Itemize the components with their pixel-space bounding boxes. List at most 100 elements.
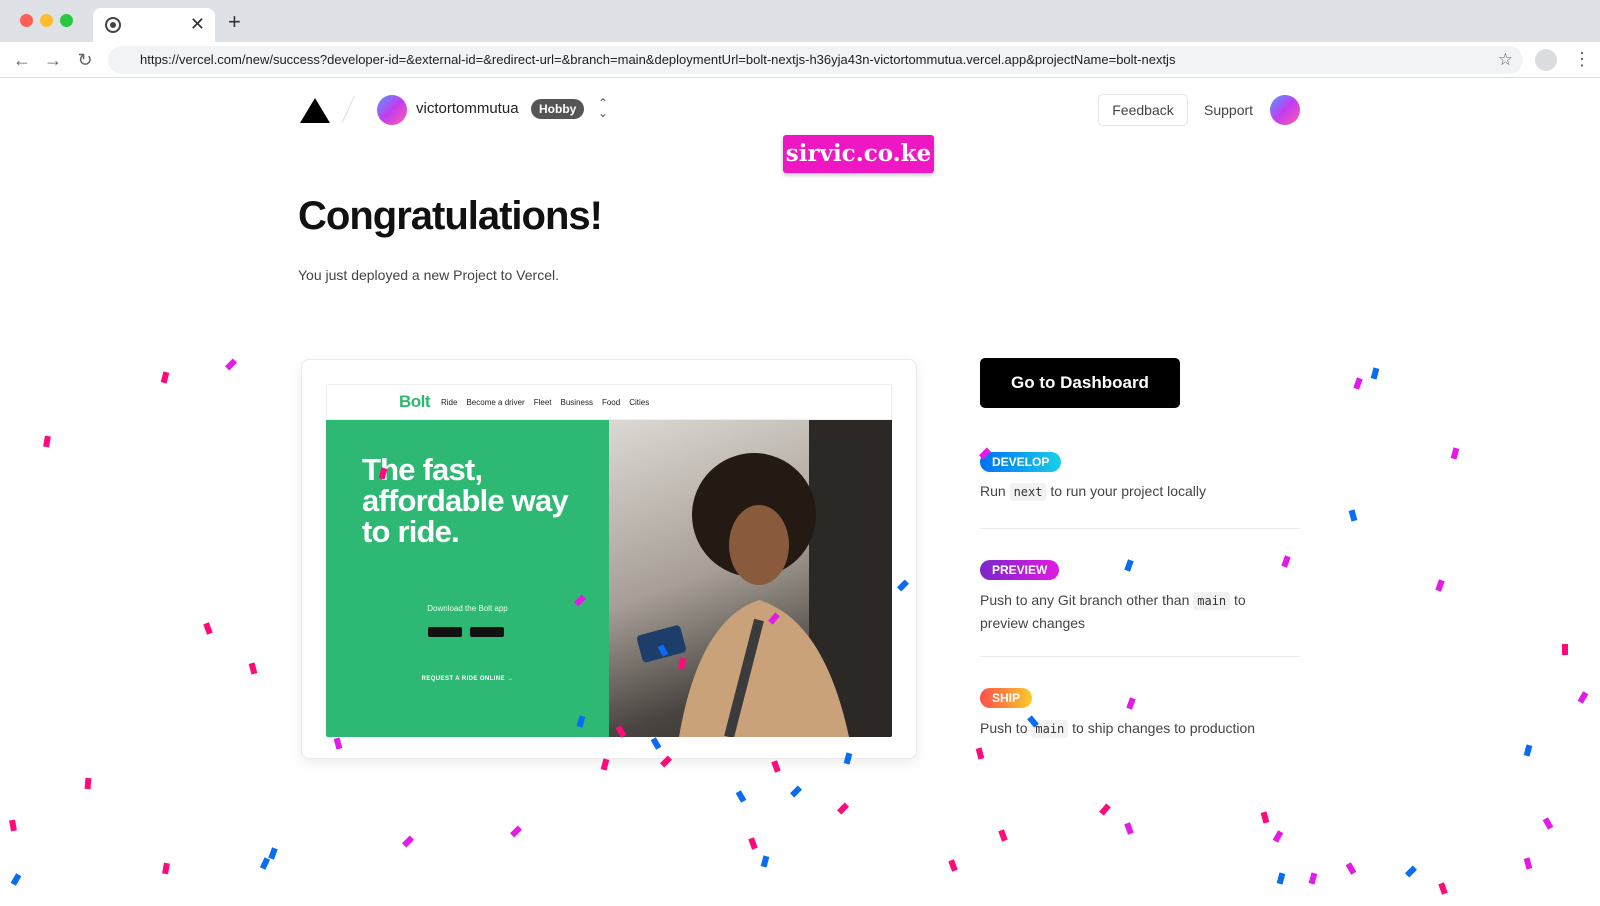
url-text[interactable]: https://vercel.com/new/success?developer… xyxy=(140,52,1175,67)
confetti-piece xyxy=(836,802,850,815)
confetti-piece xyxy=(735,790,747,803)
new-tab-button[interactable]: + xyxy=(228,10,241,34)
preview-download-text: Download the Bolt app xyxy=(427,604,508,613)
team-name[interactable]: victortommutua xyxy=(416,100,519,117)
confetti-piece xyxy=(1562,644,1568,655)
bookmark-star-icon[interactable]: ☆ xyxy=(1498,50,1513,70)
confetti-piece xyxy=(1272,830,1284,843)
confetti-piece xyxy=(748,837,758,850)
confetti-piece xyxy=(1281,555,1291,568)
feedback-button[interactable]: Feedback xyxy=(1098,94,1188,126)
team-avatar[interactable] xyxy=(377,95,407,125)
confetti-piece xyxy=(1126,697,1136,710)
confetti-piece xyxy=(1523,857,1533,870)
page-content: victortommutua Hobby ⌃ ⌄ Feedback Support… xyxy=(0,78,1600,906)
preview-cta-text: REQUEST A RIDE ONLINE → xyxy=(421,676,514,682)
step-divider xyxy=(980,656,1300,657)
close-window-button[interactable] xyxy=(20,14,33,27)
confetti-piece xyxy=(248,662,258,675)
confetti-piece xyxy=(84,777,92,790)
user-avatar[interactable] xyxy=(1270,95,1300,125)
page-subtitle: You just deployed a new Project to Verce… xyxy=(298,267,559,283)
confetti-piece xyxy=(1353,377,1363,390)
maximize-window-button[interactable] xyxy=(60,14,73,27)
confetti-piece xyxy=(268,847,278,860)
confetti-piece xyxy=(43,435,51,448)
confetti-piece xyxy=(259,857,271,870)
develop-badge: DEVELOP xyxy=(980,452,1062,472)
deployment-screenshot[interactable]: Bolt Ride Become a driver Fleet Business… xyxy=(326,384,892,737)
confetti-piece xyxy=(9,819,17,832)
preview-instructions: Push to any Git branch other than main t… xyxy=(980,589,1280,634)
reload-icon[interactable]: ↻ xyxy=(74,49,96,71)
woman-in-car-illustration xyxy=(637,420,892,737)
confetti-piece xyxy=(224,358,238,371)
confetti-piece xyxy=(203,622,213,635)
preview-nav-link: Business xyxy=(560,398,593,407)
forward-arrow-icon[interactable]: → xyxy=(42,49,64,71)
vercel-logo-icon[interactable] xyxy=(300,98,330,123)
preview-hero-panel: The fast, affordable way to ride. Downlo… xyxy=(326,420,609,737)
back-arrow-icon[interactable]: ← xyxy=(11,49,33,71)
preview-branch-code: main xyxy=(1193,592,1231,610)
confetti-piece xyxy=(1099,803,1111,816)
browser-tab-strip: ✕ + xyxy=(0,0,1600,42)
preview-hero-text: The fast, affordable way to ride. xyxy=(362,452,569,549)
confetti-piece xyxy=(771,760,781,773)
team-switcher-chevrons-icon[interactable]: ⌃ ⌄ xyxy=(598,97,608,119)
develop-command: next xyxy=(1009,483,1047,501)
address-bar[interactable]: https://vercel.com/new/success?developer… xyxy=(108,46,1523,74)
breadcrumb-separator xyxy=(341,95,356,123)
profile-icon[interactable] xyxy=(1535,49,1557,71)
confetti-piece xyxy=(843,752,853,765)
preview-text-pre: Push to any Git branch other than xyxy=(980,592,1194,608)
develop-text-post: to run your project locally xyxy=(1046,483,1207,499)
tab-close-icon[interactable]: ✕ xyxy=(190,14,205,34)
confetti-piece xyxy=(600,758,610,771)
confetti-piece xyxy=(162,862,170,875)
page-title: Congratulations! xyxy=(298,194,603,238)
confetti-piece xyxy=(1124,822,1134,835)
confetti-piece xyxy=(1345,862,1357,875)
confetti-piece xyxy=(1404,865,1418,878)
browser-menu-icon[interactable]: ⋮ xyxy=(1573,48,1591,70)
ship-text-pre: Push to xyxy=(980,720,1032,736)
confetti-piece xyxy=(1348,509,1358,522)
deployment-preview-card[interactable]: Bolt Ride Become a driver Fleet Business… xyxy=(301,359,917,759)
ship-instructions: Push to main to ship changes to producti… xyxy=(980,717,1280,740)
confetti-piece xyxy=(1438,882,1448,895)
preview-nav-link: Food xyxy=(601,398,621,407)
confetti-piece xyxy=(948,859,958,872)
preview-logo: Bolt xyxy=(399,392,431,411)
chrome-favicon-icon xyxy=(105,17,121,33)
preview-nav: Bolt Ride Become a driver Fleet Business… xyxy=(326,384,892,420)
confetti-piece xyxy=(1370,367,1380,380)
confetti-piece xyxy=(1124,559,1134,572)
confetti-piece xyxy=(10,873,22,886)
watermark-logo: sirvic.co.ke xyxy=(783,135,934,173)
step-divider xyxy=(980,528,1300,529)
preview-nav-links: Ride Become a driver Fleet Business Food… xyxy=(441,398,649,407)
confetti-piece xyxy=(1450,447,1460,460)
confetti-piece xyxy=(1276,872,1286,885)
develop-instructions: Run next to run your project locally xyxy=(980,480,1280,503)
browser-tab[interactable]: ✕ xyxy=(93,8,215,42)
ship-text-post: to ship changes to production xyxy=(1068,720,1256,736)
confetti-piece xyxy=(1435,579,1445,592)
app-store-badge-icon xyxy=(428,627,462,637)
confetti-piece xyxy=(975,747,985,760)
minimize-window-button[interactable] xyxy=(40,14,53,27)
confetti-piece xyxy=(1577,691,1589,704)
confetti-piece xyxy=(401,835,415,848)
confetti-piece xyxy=(1308,872,1318,885)
confetti-piece xyxy=(160,371,170,384)
preview-nav-link: Ride xyxy=(441,398,458,407)
support-link[interactable]: Support xyxy=(1204,102,1253,118)
google-play-badge-icon xyxy=(470,627,504,637)
preview-photo xyxy=(609,420,892,737)
plan-badge: Hobby xyxy=(531,99,585,119)
confetti-piece xyxy=(1542,817,1554,830)
confetti-piece xyxy=(509,825,523,838)
go-to-dashboard-button[interactable]: Go to Dashboard xyxy=(980,358,1180,408)
ship-badge: SHIP xyxy=(980,688,1033,708)
